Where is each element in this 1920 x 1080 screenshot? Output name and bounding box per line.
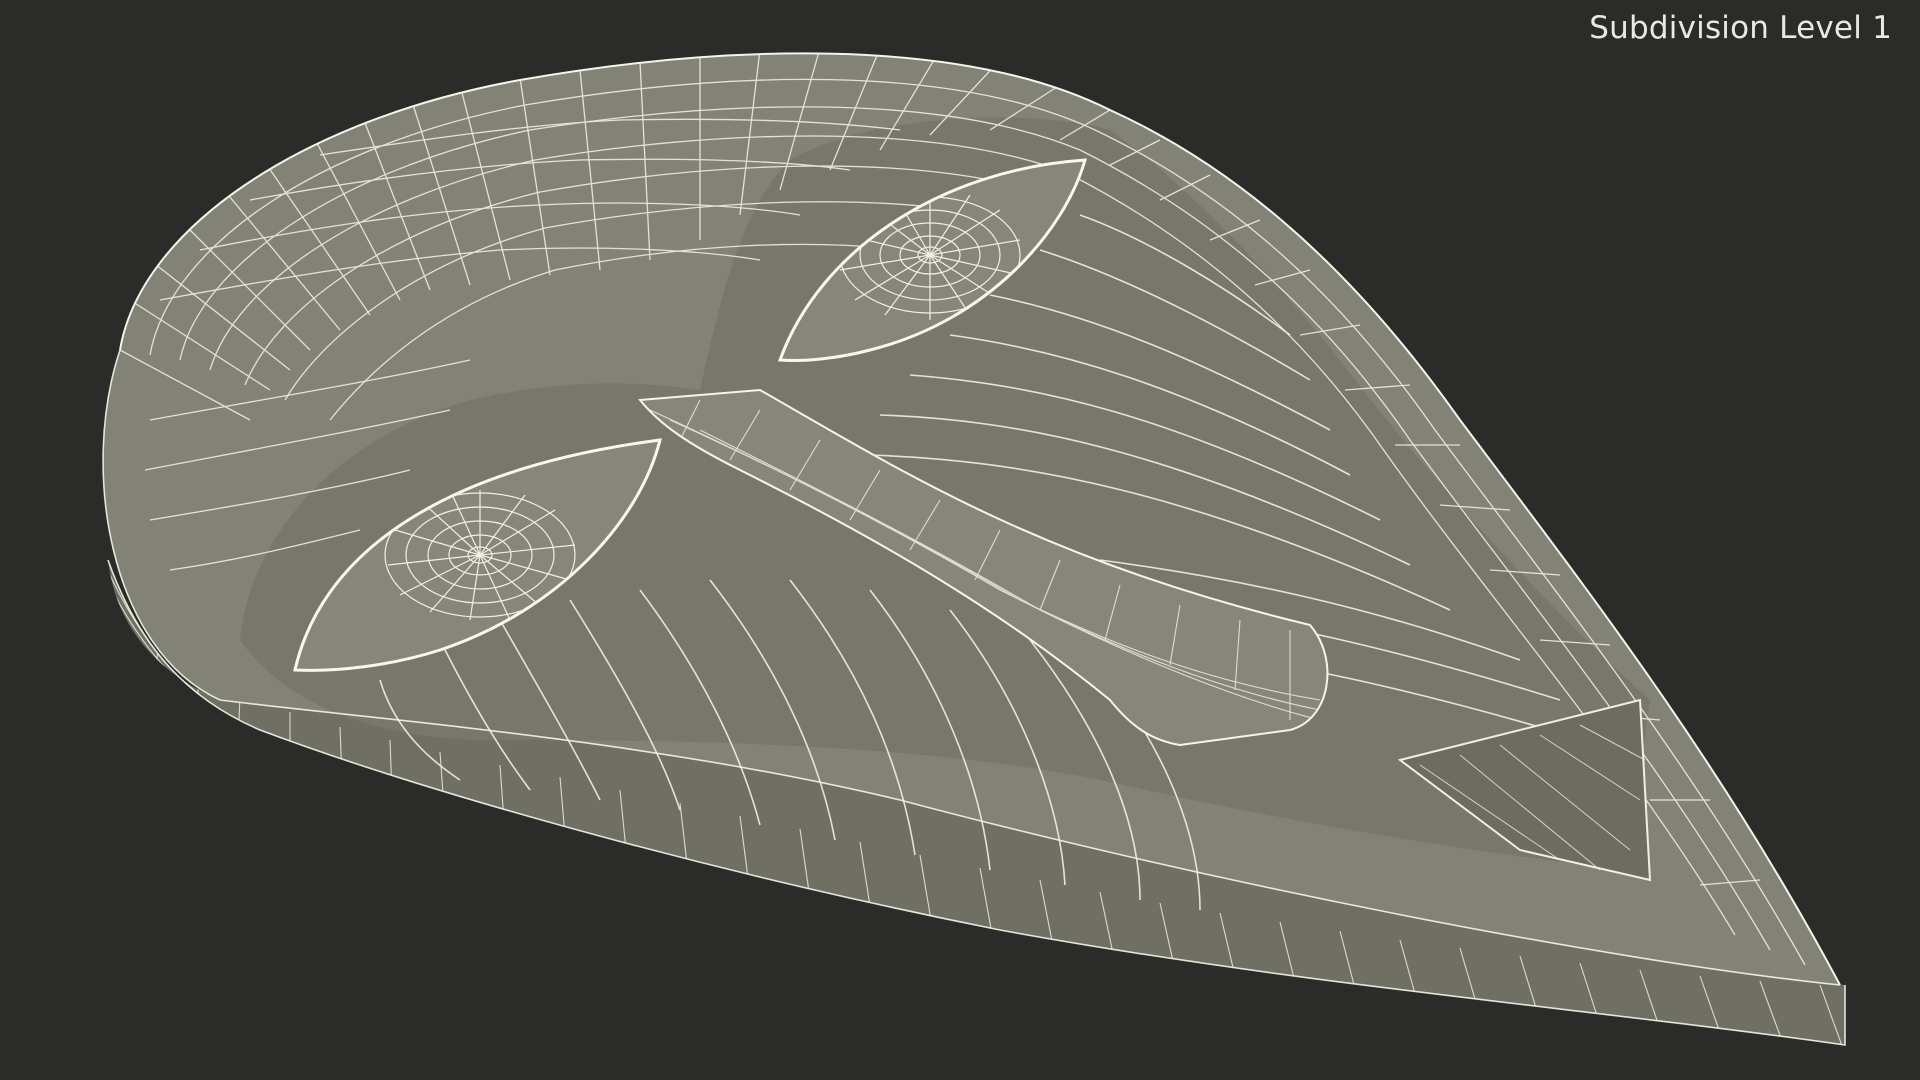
subdivision-level-label: Subdivision Level 1 xyxy=(1589,10,1892,46)
wireframe-render xyxy=(102,52,1846,1046)
3d-viewport[interactable]: Subdivision Level 1 xyxy=(0,0,1920,1080)
